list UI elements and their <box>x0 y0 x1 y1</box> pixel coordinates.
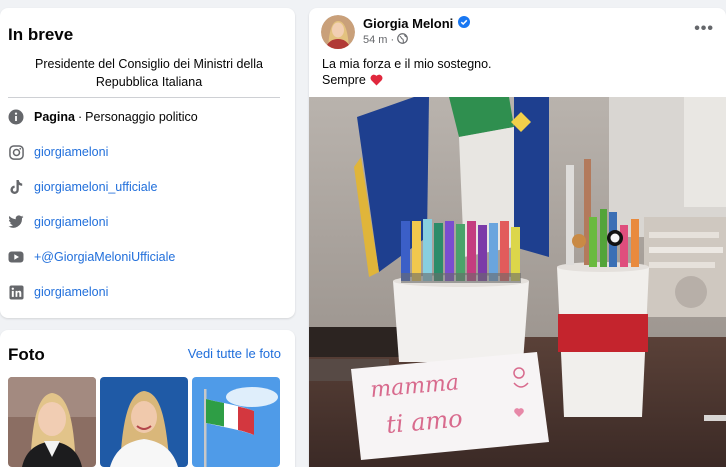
post-meta: 54 m · <box>363 33 409 47</box>
youtube-row[interactable]: +@GiorgiaMeloniUfficiale <box>8 247 175 267</box>
category-separator: · <box>78 110 83 124</box>
youtube-icon <box>8 249 24 265</box>
post-time[interactable]: 54 m <box>363 34 387 46</box>
youtube-link[interactable]: +@GiorgiaMeloniUfficiale <box>34 250 175 264</box>
meta-separator: · <box>390 34 395 46</box>
photo-thumbnail[interactable] <box>192 377 280 467</box>
category-value: Personaggio politico <box>85 110 198 124</box>
photos-title: Foto <box>8 345 45 364</box>
photo-thumbnail[interactable] <box>8 377 96 467</box>
post-card: Giorgia Meloni 54 m · ••• La mia forza e… <box>309 8 726 467</box>
intro-title: In breve <box>8 25 74 44</box>
instagram-icon <box>8 144 24 160</box>
twitter-icon <box>8 214 24 230</box>
instagram-link[interactable]: giorgiameloni <box>34 145 108 159</box>
red-heart-icon <box>370 74 383 86</box>
post-text-line: La mia forza e il mio sostegno. <box>322 57 492 71</box>
linkedin-row[interactable]: giorgiameloni <box>8 282 108 302</box>
intro-card: In breve Presidente del Consiglio dei Mi… <box>0 8 295 318</box>
post-author[interactable]: Giorgia Meloni <box>363 16 471 31</box>
twitter-link[interactable]: giorgiameloni <box>34 215 108 229</box>
globe-icon <box>397 33 409 47</box>
photos-card: Foto Vedi tutte le foto <box>0 330 295 467</box>
instagram-row[interactable]: giorgiameloni <box>8 142 108 162</box>
tiktok-link[interactable]: giorgiameloni_ufficiale <box>34 180 157 194</box>
linkedin-icon <box>8 284 24 300</box>
see-all-photos-link[interactable]: Vedi tutte le foto <box>188 346 281 361</box>
more-options-button[interactable]: ••• <box>694 20 714 38</box>
avatar[interactable] <box>321 15 355 49</box>
intro-bio: Presidente del Consiglio dei Ministri de… <box>35 57 263 89</box>
intro-category-row: Pagina · Personaggio politico <box>8 107 198 127</box>
category-label: Pagina <box>34 110 75 124</box>
post-text-line: Sempre <box>322 73 383 87</box>
tiktok-icon <box>8 179 24 195</box>
author-name[interactable]: Giorgia Meloni <box>363 16 453 31</box>
info-icon <box>8 109 24 125</box>
photo-thumbnail[interactable] <box>100 377 188 467</box>
linkedin-link[interactable]: giorgiameloni <box>34 285 108 299</box>
post-text-word: Sempre <box>322 73 366 87</box>
verified-badge-icon <box>458 16 471 31</box>
twitter-row[interactable]: giorgiameloni <box>8 212 108 232</box>
post-photo[interactable]: mamma ti amo <box>309 97 726 467</box>
tiktok-row[interactable]: giorgiameloni_ufficiale <box>8 177 157 197</box>
divider <box>8 97 280 98</box>
